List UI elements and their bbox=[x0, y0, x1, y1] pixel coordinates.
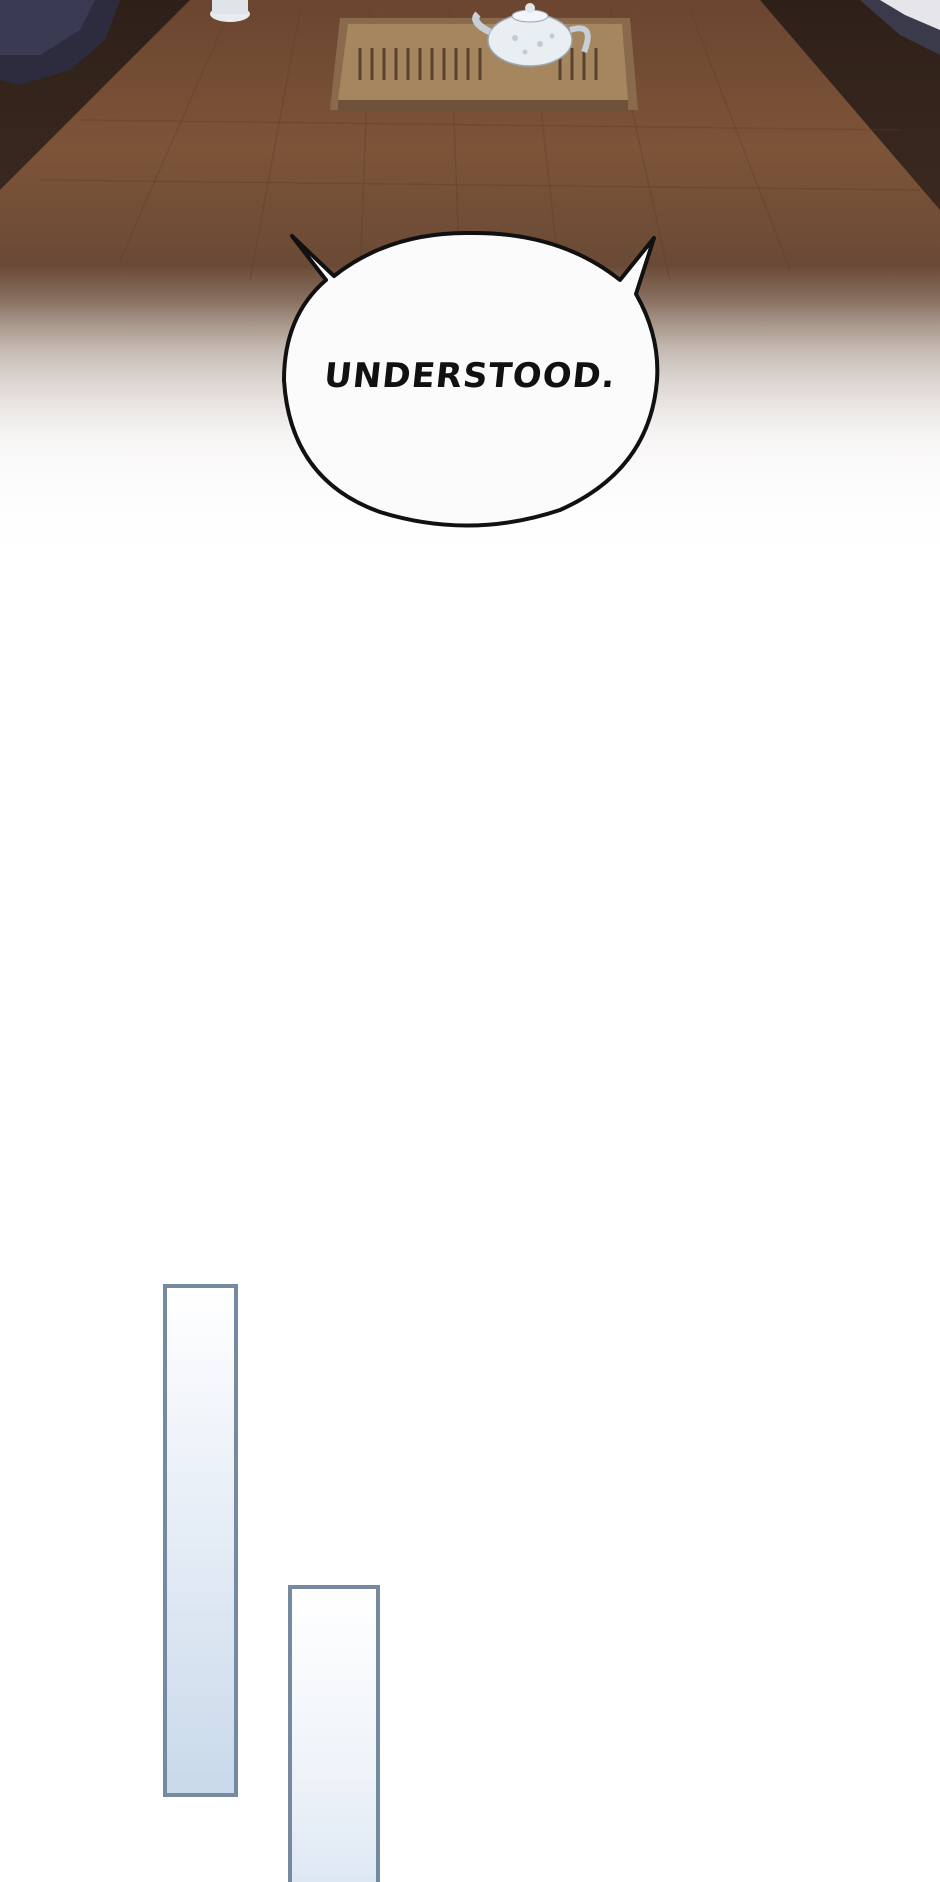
comic-page: UNDERSTOOD. bbox=[0, 0, 940, 1882]
table-scene-panel: UNDERSTOOD. bbox=[0, 0, 940, 590]
table-scene-art bbox=[0, 0, 940, 590]
speech-bubble-text: UNDERSTOOD. bbox=[322, 356, 618, 396]
teacup-icon bbox=[210, 0, 250, 22]
panel-frame-left bbox=[163, 1284, 238, 1797]
panel-frame-right bbox=[288, 1585, 380, 1882]
